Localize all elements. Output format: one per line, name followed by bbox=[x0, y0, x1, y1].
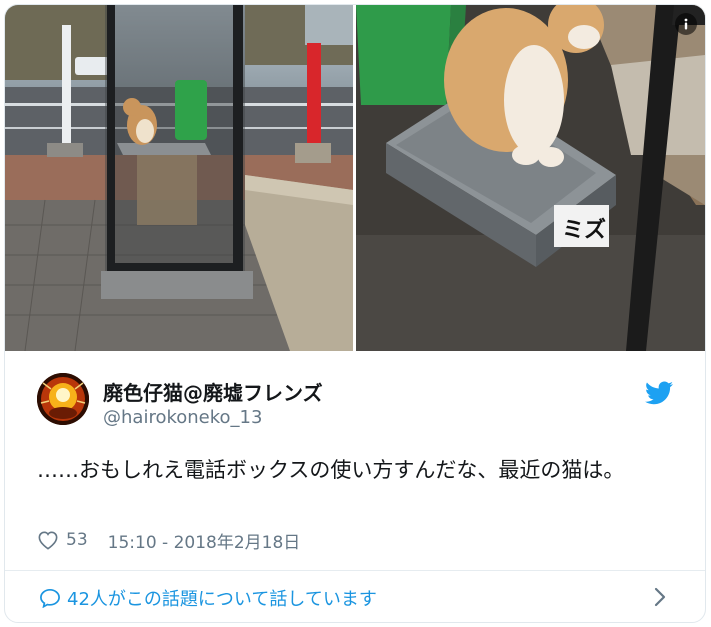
timestamp[interactable]: 15:10 - 2018年2月18日 bbox=[108, 528, 301, 553]
photo-cat-on-shelf[interactable]: ミズ bbox=[356, 5, 705, 351]
user-handle[interactable]: @hairokoneko_13 bbox=[103, 407, 262, 428]
avatar[interactable] bbox=[37, 373, 89, 425]
photo-phone-booth-street[interactable] bbox=[5, 5, 353, 351]
tweet-text: ……おもしれえ電話ボックスの使い方すんだな、最近の猫は。 bbox=[37, 458, 625, 482]
info-icon[interactable] bbox=[675, 13, 697, 35]
speech-bubble-icon bbox=[40, 588, 60, 608]
tweet-media: ミズ bbox=[5, 5, 705, 351]
display-name[interactable]: 廃色仔猫@廃墟フレンズ bbox=[103, 377, 323, 406]
conversation-link[interactable]: 42人がこの話題について話しています bbox=[5, 571, 705, 622]
like-count: 53 bbox=[66, 530, 88, 550]
chevron-right-icon[interactable] bbox=[653, 587, 667, 607]
conversation-text[interactable]: 42人がこの話題について話しています bbox=[67, 585, 377, 611]
heart-icon[interactable] bbox=[37, 530, 59, 550]
twitter-bird-icon[interactable] bbox=[645, 381, 673, 405]
tweet-meta: 53 15:10 - 2018年2月18日 bbox=[37, 527, 300, 553]
tweet-header: 廃色仔猫@廃墟フレンズ @hairokoneko_13 bbox=[5, 351, 705, 437]
svg-text:ミズ: ミズ bbox=[562, 217, 606, 243]
tweet-card: ミズ 廃色仔猫@廃墟フレンズ @hairokoneko_13 ……おもしれえ電話… bbox=[4, 4, 706, 623]
